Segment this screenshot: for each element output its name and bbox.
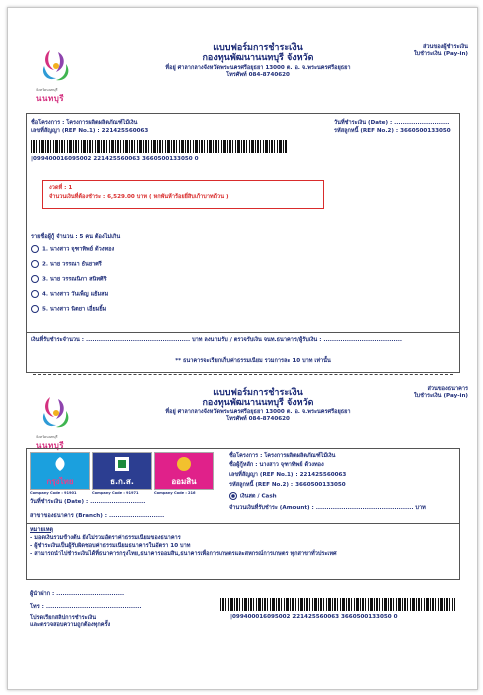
tel-field: โทร : ..................................… bbox=[30, 604, 142, 610]
baac-emblem-icon bbox=[115, 457, 129, 471]
amount-box: งวดที่ : 1 จำนวนเงินที่ต้องชำระ : 6,529.… bbox=[42, 180, 324, 209]
members-header: รายชื่อผู้กู้ จำนวน : 5 คน ต้องไม่เกิน bbox=[31, 234, 121, 240]
list-item[interactable]: 5. นางสาว นิตยา เอี่ยมยิ้ม bbox=[31, 305, 106, 314]
barcode-text: |099400016095002 221425560063 3660500133… bbox=[31, 156, 199, 162]
bank-name: กรุงไทย bbox=[46, 477, 74, 486]
bank-krungthai-logo: กรุงไทย bbox=[30, 452, 90, 490]
barcode bbox=[220, 598, 455, 611]
form-subtitle: กองทุนพัฒนานนทบุรี จังหวัด bbox=[202, 398, 314, 408]
cut-line bbox=[33, 374, 453, 375]
amount-received: เงินที่รับชำระจำนวน : ..................… bbox=[31, 337, 403, 343]
barcode bbox=[31, 140, 287, 153]
copy-type: ใบชำระเงิน (Pay-in) bbox=[413, 51, 468, 57]
form-title: แบบฟอร์มการชำระเงิน bbox=[213, 388, 303, 398]
list-item[interactable]: 2. นาย วรรณา ธันยาศรี bbox=[31, 260, 102, 269]
project-name: ชื่อโครงการ : โครงการผลิตผลิตภัณฑ์ไม้เงิ… bbox=[31, 120, 138, 126]
branch: สาขาของธนาคาร (Branch) : ...............… bbox=[30, 513, 165, 519]
notes-header: หมายเหตุ bbox=[30, 527, 54, 533]
bank-gsb-logo: ออมสิน bbox=[154, 452, 214, 490]
amount-received: จำนวนเงินที่รับชำระ (Amount) : .........… bbox=[229, 505, 426, 511]
company-code: Company Code : 216 bbox=[154, 491, 196, 495]
fee-note: ** ธนาคารจะเรียกเก็บค่าธรรมเนียม รวมการล… bbox=[175, 358, 331, 364]
divider bbox=[27, 332, 459, 333]
copy-label: ส่วนของผู้ชำระเงิน bbox=[423, 44, 468, 50]
cash-option[interactable]: เงินสด / Cash bbox=[229, 492, 277, 501]
project-name: ชื่อโครงการ : โครงการผลิตผลิตภัณฑ์ไม้เงิ… bbox=[229, 453, 336, 459]
payer-field: ผู้นำฝาก : .............................… bbox=[30, 591, 125, 597]
radio-icon[interactable] bbox=[31, 260, 39, 268]
footer-note: โปรดเรียกสลิปการชำระเงิน bbox=[30, 615, 97, 621]
logo-text: นนทบุรี bbox=[36, 94, 65, 103]
radio-icon[interactable] bbox=[31, 290, 39, 298]
divider bbox=[27, 523, 459, 524]
address: ที่อยู่ ศาลากลางจังหวัดพระนครศรีอยุธยา 1… bbox=[165, 409, 351, 415]
address: ที่อยู่ ศาลากลางจังหวัดพระนครศรีอยุธยา 1… bbox=[165, 65, 351, 71]
gsb-emblem-icon bbox=[177, 457, 191, 471]
bank-section: กรุงไทย ธ.ก.ส. ออมสิน Company Code : 919… bbox=[26, 448, 460, 580]
copy-label: ส่วนของธนาคาร bbox=[427, 386, 468, 392]
list-item[interactable]: 3. นาย วรรณนิภา สนิทศิริ bbox=[31, 275, 107, 284]
radio-icon[interactable] bbox=[31, 275, 39, 283]
bank-name: ออมสิน bbox=[171, 477, 197, 486]
logo-emblem-icon bbox=[42, 50, 69, 81]
payment-form-page: จังหวัดนนทบุรี นนทบุรี แบบฟอร์มการชำระเง… bbox=[7, 7, 478, 690]
ref1: เลขที่สัญญา (REF No.1) : 221425560063 bbox=[31, 128, 149, 134]
amount-due: จำนวนเงินที่ต้องชำระ : 6,529.00 บาท ( หก… bbox=[49, 194, 229, 200]
company-code: Company Code : 91971 bbox=[92, 491, 139, 495]
payment-date: วันที่ชำระเงิน (Date) : ................… bbox=[334, 120, 450, 126]
form-subtitle: กองทุนพัฒนานนทบุรี จังหวัด bbox=[202, 53, 314, 63]
bird-icon bbox=[55, 457, 65, 471]
list-item[interactable]: 4. นางสาว วันเพ็ญ แย้มสม bbox=[31, 290, 108, 299]
bank-baac-logo: ธ.ก.ส. bbox=[92, 452, 152, 490]
radio-icon[interactable] bbox=[31, 305, 39, 313]
logo bbox=[36, 46, 76, 86]
note-line: - สามารถนำไปชำระเงินได้ที่ธนาคารกรุงไทย,… bbox=[30, 551, 337, 557]
logo-emblem-icon bbox=[42, 397, 69, 428]
list-item[interactable]: 1. นางสาว จุฑาทิพย์ ด้วงทอง bbox=[31, 245, 114, 254]
payer-section: ชื่อโครงการ : โครงการผลิตผลิตภัณฑ์ไม้เงิ… bbox=[26, 113, 460, 373]
phone: โทรศัพท์ 084-8740620 bbox=[226, 416, 290, 422]
barcode-text: |099400016095002 221425560063 3660500133… bbox=[230, 614, 398, 620]
footer-note: และตรวจสอบความถูกต้องทุกครั้ง bbox=[30, 622, 111, 628]
note-line: - มอดเงินรวมข้างต้น ยังไม่รวมอัตราค่าธรร… bbox=[30, 535, 181, 541]
form-title: แบบฟอร์มการชำระเงิน bbox=[213, 43, 303, 53]
ref2: รหัสลูกหนี้ (REF No.2) : 3660500133050 bbox=[334, 128, 451, 134]
copy-type: ใบชำระเงิน (Pay-in) bbox=[413, 393, 468, 399]
bank-name: ธ.ก.ส. bbox=[110, 477, 134, 486]
ref2: รหัสลูกหนี้ (REF No.2) : 3660500133050 bbox=[229, 482, 346, 488]
company-code: Company Code : 91901 bbox=[30, 491, 77, 495]
ref1: เลขที่สัญญา (REF No.1) : 221425560063 bbox=[229, 472, 347, 478]
phone: โทรศัพท์ 084-8740620 bbox=[226, 72, 290, 78]
borrower: ชื่อผู้กู้หลัก : นางสาว จุฑาทิพย์ ด้วงทอ… bbox=[229, 462, 324, 468]
check-icon[interactable] bbox=[229, 492, 237, 500]
note-line: - ผู้ชำระเงินเป็นผู้รับผิดชอบค่าธรรมเนีย… bbox=[30, 543, 191, 549]
logo bbox=[36, 393, 76, 433]
payment-date: วันที่ชำระเงิน (Date) : ................… bbox=[30, 499, 146, 505]
installment: งวดที่ : 1 bbox=[49, 185, 73, 191]
radio-icon[interactable] bbox=[31, 245, 39, 253]
